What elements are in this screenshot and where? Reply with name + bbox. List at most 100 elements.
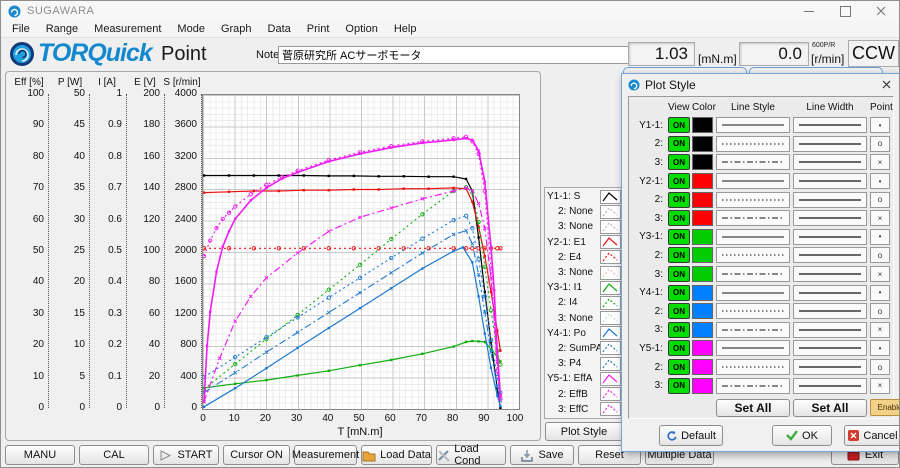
point-select[interactable]: o — [870, 303, 890, 320]
line-width-select[interactable] — [793, 135, 867, 152]
line-style-select[interactable] — [716, 266, 790, 283]
line-width-select[interactable] — [793, 266, 867, 283]
line-width-select[interactable] — [793, 284, 867, 301]
line-style-select[interactable] — [716, 340, 790, 357]
set-all-line-style-button[interactable]: Set All — [716, 398, 790, 417]
view-on-button[interactable]: ON — [668, 173, 690, 190]
color-swatch[interactable] — [692, 377, 713, 394]
menu-item-data[interactable]: Data — [260, 22, 299, 36]
line-width-select[interactable] — [793, 117, 867, 134]
default-button[interactable]: Default — [659, 425, 723, 446]
view-on-button[interactable]: ON — [668, 377, 690, 394]
color-swatch[interactable] — [692, 173, 713, 190]
set-all-line-width-button[interactable]: Set All — [793, 398, 867, 417]
line-width-select[interactable] — [793, 377, 867, 394]
color-swatch[interactable] — [692, 321, 713, 338]
point-select[interactable]: • — [870, 117, 890, 134]
toolbar-button-measurement[interactable]: Measurement — [292, 445, 359, 465]
toolbar-button-manu[interactable]: MANU — [5, 445, 75, 465]
line-style-select[interactable] — [716, 191, 790, 208]
color-swatch[interactable] — [692, 154, 713, 171]
line-style-select[interactable] — [716, 321, 790, 338]
line-width-select[interactable] — [793, 340, 867, 357]
line-style-select[interactable] — [716, 135, 790, 152]
menu-item-file[interactable]: File — [4, 22, 38, 36]
line-style-select[interactable] — [716, 173, 790, 190]
toolbar-button-load-data[interactable]: Load Data — [361, 445, 432, 465]
line-width-select[interactable] — [793, 359, 867, 376]
view-on-button[interactable]: ON — [668, 303, 690, 320]
menu-item-help[interactable]: Help — [386, 22, 425, 36]
view-on-button[interactable]: ON — [668, 191, 690, 208]
line-style-select[interactable] — [716, 247, 790, 264]
toolbar-button-start[interactable]: START — [153, 445, 219, 465]
plot-style-button[interactable]: Plot Style — [545, 422, 623, 441]
point-select[interactable]: • — [870, 173, 890, 190]
line-style-select[interactable] — [716, 117, 790, 134]
minimize-icon[interactable] — [791, 1, 827, 21]
point-select[interactable]: • — [870, 228, 890, 245]
dialog-close-icon[interactable] — [878, 77, 894, 93]
color-swatch[interactable] — [692, 284, 713, 301]
view-on-button[interactable]: ON — [668, 266, 690, 283]
point-select[interactable]: × — [870, 210, 890, 227]
line-width-select[interactable] — [793, 154, 867, 171]
view-on-button[interactable]: ON — [668, 359, 690, 376]
color-swatch[interactable] — [692, 303, 713, 320]
view-on-button[interactable]: ON — [668, 210, 690, 227]
line-width-select[interactable] — [793, 247, 867, 264]
color-swatch[interactable] — [692, 247, 713, 264]
point-select[interactable]: • — [870, 284, 890, 301]
view-on-button[interactable]: ON — [668, 117, 690, 134]
point-select[interactable]: o — [870, 359, 890, 376]
line-style-select[interactable] — [716, 359, 790, 376]
view-on-button[interactable]: ON — [668, 228, 690, 245]
line-width-select[interactable] — [793, 303, 867, 320]
cancel-button[interactable]: Cancel — [844, 425, 899, 446]
color-swatch[interactable] — [692, 228, 713, 245]
menu-item-graph[interactable]: Graph — [213, 22, 260, 36]
color-swatch[interactable] — [692, 359, 713, 376]
color-swatch[interactable] — [692, 210, 713, 227]
color-swatch[interactable] — [692, 191, 713, 208]
view-on-button[interactable]: ON — [668, 154, 690, 171]
color-swatch[interactable] — [692, 340, 713, 357]
line-width-select[interactable] — [793, 210, 867, 227]
line-width-select[interactable] — [793, 173, 867, 190]
view-on-button[interactable]: ON — [668, 135, 690, 152]
note-input[interactable] — [278, 46, 630, 64]
color-swatch[interactable] — [692, 117, 713, 134]
menu-item-print[interactable]: Print — [299, 22, 338, 36]
line-width-select[interactable] — [793, 321, 867, 338]
menu-item-range[interactable]: Range — [38, 22, 86, 36]
point-select[interactable]: • — [870, 340, 890, 357]
point-select[interactable]: o — [870, 191, 890, 208]
close-icon[interactable] — [863, 1, 899, 21]
line-width-select[interactable] — [793, 228, 867, 245]
toolbar-button-cursor-on[interactable]: Cursor ON — [223, 445, 290, 465]
toolbar-button-save[interactable]: Save — [510, 445, 574, 465]
toolbar-button-load-cond[interactable]: Load Cond — [436, 443, 506, 467]
point-select[interactable]: o — [870, 135, 890, 152]
ok-button[interactable]: OK — [772, 425, 832, 446]
line-style-select[interactable] — [716, 377, 790, 394]
toolbar-button-cal[interactable]: CAL — [79, 445, 149, 465]
point-select[interactable]: × — [870, 266, 890, 283]
menu-item-option[interactable]: Option — [337, 22, 385, 36]
line-width-select[interactable] — [793, 191, 867, 208]
point-select[interactable]: × — [870, 154, 890, 171]
maximize-icon[interactable] — [827, 1, 863, 21]
point-select[interactable]: × — [870, 321, 890, 338]
view-on-button[interactable]: ON — [668, 321, 690, 338]
point-select[interactable]: × — [870, 377, 890, 394]
line-style-select[interactable] — [716, 284, 790, 301]
view-on-button[interactable]: ON — [668, 284, 690, 301]
enable-button[interactable]: Enable — [870, 399, 899, 417]
line-style-select[interactable] — [716, 210, 790, 227]
line-style-select[interactable] — [716, 228, 790, 245]
line-style-select[interactable] — [716, 154, 790, 171]
point-select[interactable]: o — [870, 247, 890, 264]
line-style-select[interactable] — [716, 303, 790, 320]
color-swatch[interactable] — [692, 135, 713, 152]
color-swatch[interactable] — [692, 266, 713, 283]
